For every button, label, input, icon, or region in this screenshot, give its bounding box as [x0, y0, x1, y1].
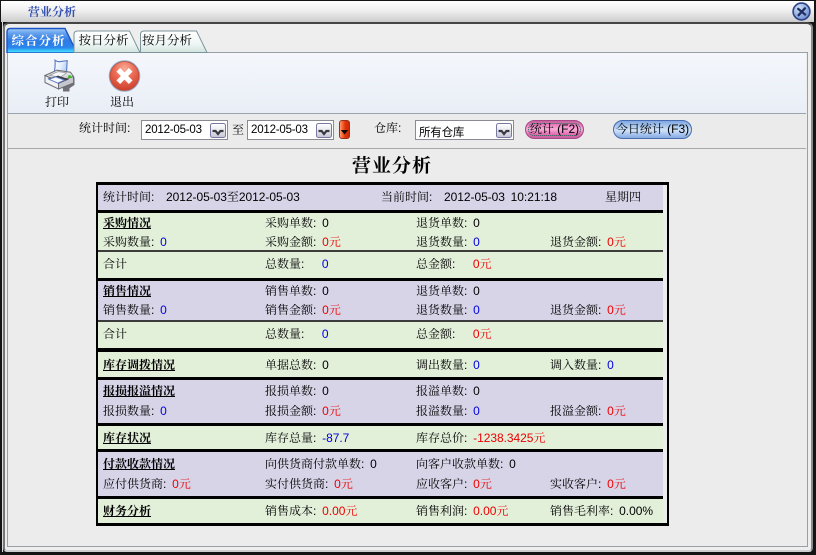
- svg-text:按月分析: 按月分析: [142, 31, 193, 49]
- svg-text:按日分析: 按日分析: [79, 31, 130, 49]
- svg-text:综合分析: 综合分析: [12, 31, 66, 49]
